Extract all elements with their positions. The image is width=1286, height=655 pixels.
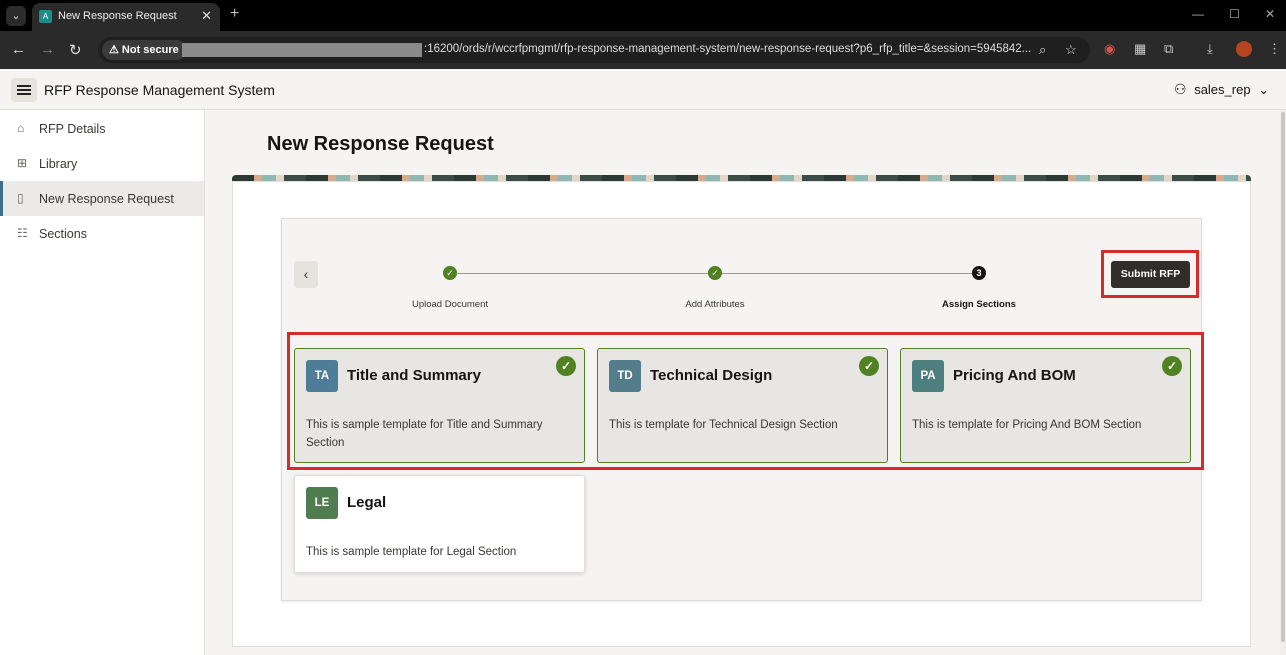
page-title: New Response Request — [267, 133, 494, 155]
minimize-icon[interactable]: — — [1192, 7, 1204, 21]
favicon-icon: A — [39, 10, 52, 23]
extensions-puzzle-icon[interactable]: ⧉ — [1164, 41, 1173, 57]
section-title: Title and Summary — [347, 367, 481, 384]
section-card-pricing-and-bom[interactable]: PA Pricing And BOM ✓ This is template fo… — [900, 348, 1191, 463]
sidebar-item-label: Library — [39, 157, 78, 171]
check-icon: ✓ — [859, 356, 879, 376]
main-content: New Response Request ‹ ✓ ✓ 3 Upload Docu… — [205, 110, 1280, 655]
user-menu[interactable]: ⚇ sales_rep ⌄ — [1174, 81, 1269, 98]
redacted-host — [182, 43, 422, 57]
download-icon[interactable]: ⤓ — [1207, 41, 1213, 57]
section-title: Pricing And BOM — [953, 367, 1076, 384]
section-card-legal[interactable]: LE Legal This is sample template for Leg… — [294, 475, 585, 573]
progress-line — [715, 273, 979, 274]
reload-icon[interactable]: ↻ — [69, 41, 82, 59]
user-name: sales_rep — [1194, 82, 1251, 97]
tab-search-button[interactable]: ⌄ — [6, 6, 26, 26]
check-icon: ✓ — [1162, 356, 1182, 376]
sidebar-item-sections[interactable]: ☷ Sections — [0, 216, 204, 251]
hamburger-menu-icon[interactable] — [11, 78, 37, 102]
submit-rfp-button[interactable]: Submit RFP — [1111, 261, 1190, 288]
tab-title: New Response Request — [58, 10, 177, 22]
security-chip[interactable]: ⚠ Not secure — [102, 40, 186, 60]
grid-icon: ⊞ — [17, 156, 28, 170]
back-icon[interactable]: ← — [11, 41, 26, 58]
sidebar-item-rfp-details[interactable]: ⌂ RFP Details — [0, 111, 204, 146]
previous-button[interactable]: ‹ — [294, 261, 318, 288]
browser-tab[interactable]: A New Response Request ✕ — [32, 3, 220, 31]
profile-avatar[interactable] — [1236, 41, 1252, 57]
step-current-marker: 3 — [972, 266, 986, 280]
step-label: Upload Document — [411, 299, 489, 310]
page-scrollbar[interactable] — [1280, 110, 1286, 655]
section-description: This is sample template for Title and Su… — [306, 419, 543, 449]
forward-icon[interactable]: → — [40, 41, 55, 58]
section-card-technical-design[interactable]: TD Technical Design ✓ This is template f… — [597, 348, 888, 463]
section-initials: TA — [306, 360, 338, 392]
section-title: Technical Design — [650, 367, 773, 384]
extension-record-icon[interactable]: ◉ — [1104, 41, 1115, 57]
new-tab-button[interactable]: + — [230, 5, 239, 23]
bookmark-star-icon[interactable]: ☆ — [1065, 42, 1077, 58]
content-card: ‹ ✓ ✓ 3 Upload Document Add Attributes A… — [232, 181, 1251, 647]
sidebar-item-label: New Response Request — [39, 192, 174, 206]
section-description: This is sample template for Legal Sectio… — [306, 546, 517, 558]
browser-tab-bar: ⌄ A New Response Request ✕ + — ☐ ✕ — [0, 0, 1286, 31]
section-description: This is template for Pricing And BOM Sec… — [912, 419, 1142, 431]
home-icon: ⌂ — [17, 121, 25, 135]
step-label: Add Attributes — [685, 299, 745, 310]
browser-menu-icon[interactable]: ⋮ — [1268, 41, 1281, 57]
wizard-region: ‹ ✓ ✓ 3 Upload Document Add Attributes A… — [281, 218, 1204, 601]
app-title: RFP Response Management System — [44, 82, 275, 98]
section-initials: TD — [609, 360, 641, 392]
sidebar-item-label: Sections — [39, 227, 87, 241]
sidebar-item-new-response-request[interactable]: ▯ New Response Request — [0, 181, 204, 216]
step-label: Assign Sections — [942, 299, 1016, 310]
zoom-icon[interactable]: ⌕ — [1039, 42, 1046, 58]
section-title: Legal — [347, 494, 387, 511]
step-complete-icon: ✓ — [443, 266, 457, 280]
url-text: :16200/ords/r/wccrfpmgmt/rfp-response-ma… — [424, 43, 1032, 55]
security-label: Not secure — [121, 44, 179, 56]
sidebar-nav: ⌂ RFP Details ⊞ Library ▯ New Response R… — [0, 110, 205, 655]
section-initials: LE — [306, 487, 338, 519]
selected-sections-highlight: TA Title and Summary ✓ This is sample te… — [287, 332, 1204, 470]
sidebar-item-label: RFP Details — [39, 122, 106, 136]
scrollbar-thumb[interactable] — [1281, 112, 1285, 642]
section-description: This is template for Technical Design Se… — [609, 419, 838, 431]
step-complete-icon: ✓ — [708, 266, 722, 280]
user-icon: ⚇ — [1174, 81, 1187, 97]
close-window-icon[interactable]: ✕ — [1265, 7, 1275, 21]
progress-line — [450, 273, 715, 274]
submit-highlight: Submit RFP — [1101, 250, 1199, 298]
check-icon: ✓ — [556, 356, 576, 376]
table-icon: ☷ — [17, 226, 28, 240]
sidebar-item-library[interactable]: ⊞ Library — [0, 146, 204, 181]
section-initials: PA — [912, 360, 944, 392]
section-card-title-and-summary[interactable]: TA Title and Summary ✓ This is sample te… — [294, 348, 585, 463]
close-tab-icon[interactable]: ✕ — [201, 8, 212, 24]
new-doc-icon: ▯ — [17, 191, 24, 205]
browser-toolbar: ← → ↻ ⚠ Not secure :16200/ords/r/wccrfpm… — [0, 31, 1286, 69]
address-bar[interactable]: ⚠ Not secure :16200/ords/r/wccrfpmgmt/rf… — [98, 37, 1090, 63]
chevron-down-icon: ⌄ — [1258, 82, 1270, 97]
extension-qr-icon[interactable]: ▦ — [1134, 41, 1146, 57]
app-header: RFP Response Management System ⚇ sales_r… — [0, 69, 1286, 110]
maximize-icon[interactable]: ☐ — [1229, 7, 1240, 21]
